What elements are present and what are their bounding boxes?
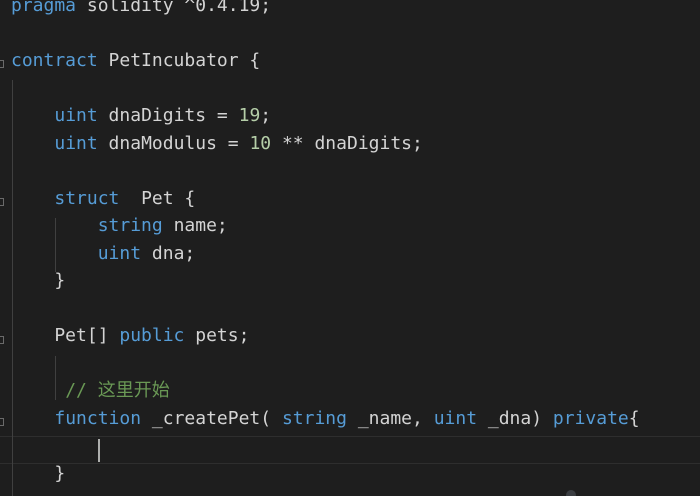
- code-line[interactable]: function _createPet( string _name, uint …: [11, 405, 640, 433]
- code-line[interactable]: [11, 432, 640, 460]
- code-token: string: [97, 215, 163, 236]
- code-token: ** dnaDigits;: [271, 132, 423, 154]
- code-line[interactable]: uint dnaDigits = 19;: [11, 102, 640, 130]
- code-token: _name,: [346, 407, 434, 429]
- code-token: uint: [97, 242, 142, 264]
- code-token: name;: [162, 215, 228, 236]
- fold-struct-icon[interactable]: [0, 198, 4, 206]
- code-token: PetIncubator {: [97, 50, 261, 71]
- code-token: pets;: [184, 325, 250, 346]
- code-token: contract: [11, 50, 98, 71]
- code-token: public: [119, 325, 185, 346]
- code-token: }: [11, 462, 66, 484]
- code-line[interactable]: [11, 350, 640, 378]
- code-token: struct: [54, 187, 120, 209]
- code-token: _dna): [477, 407, 553, 429]
- code-line[interactable]: [11, 295, 640, 323]
- code-token: pragma: [11, 0, 77, 16]
- code-token: }: [11, 270, 66, 291]
- scroll-indicator: [566, 490, 576, 496]
- code-token: ;: [260, 105, 272, 126]
- code-token: dna;: [141, 242, 196, 264]
- code-line[interactable]: }: [11, 267, 640, 295]
- code-line[interactable]: [11, 20, 640, 48]
- code-token: _createPet(: [141, 407, 282, 429]
- code-token: {: [628, 407, 640, 429]
- code-line[interactable]: string name;: [11, 212, 640, 240]
- code-token: 10: [249, 132, 272, 154]
- code-token: function: [54, 407, 142, 429]
- text-cursor: [98, 439, 100, 462]
- code-line[interactable]: contract PetIncubator {: [11, 47, 640, 75]
- code-line[interactable]: [11, 75, 640, 103]
- code-line[interactable]: uint dnaModulus = 10 ** dnaDigits;: [11, 130, 640, 158]
- code-token: dnaModulus =: [97, 132, 250, 154]
- code-token: uint: [54, 132, 98, 154]
- code-token: private: [552, 407, 629, 429]
- code-line[interactable]: Pet[] public pets;: [11, 322, 640, 350]
- code-token: solidity ^0.4.19;: [76, 0, 272, 16]
- code-lines[interactable]: pragma solidity ^0.4.19; contract PetIncu…: [11, 0, 640, 487]
- code-line[interactable]: uint dna;: [11, 240, 640, 268]
- code-line[interactable]: // 这里开始: [11, 377, 640, 405]
- code-line[interactable]: }: [11, 460, 640, 488]
- code-line[interactable]: struct Pet {: [11, 185, 640, 213]
- code-line[interactable]: pragma solidity ^0.4.19;: [11, 0, 640, 20]
- code-token: // 这里开始: [65, 380, 170, 401]
- fold-array-icon[interactable]: [0, 336, 4, 344]
- code-editor[interactable]: pragma solidity ^0.4.19; contract PetIncu…: [0, 0, 700, 496]
- code-token: dnaDigits =: [97, 105, 239, 126]
- fold-gutter: [0, 0, 8, 496]
- code-token: Pet {: [119, 187, 196, 209]
- fold-contract-icon[interactable]: [0, 60, 4, 68]
- code-token: uint: [54, 105, 98, 126]
- code-token: string: [281, 407, 347, 429]
- code-line[interactable]: [11, 157, 640, 185]
- code-token: Pet[]: [11, 325, 120, 346]
- code-token: uint: [433, 407, 478, 429]
- fold-function-icon[interactable]: [0, 418, 4, 426]
- code-token: 19: [238, 105, 261, 126]
